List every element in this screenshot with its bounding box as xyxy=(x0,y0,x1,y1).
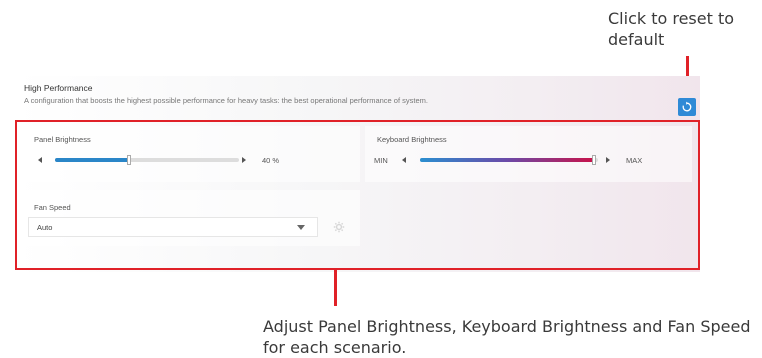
keyboard-brightness-thumb[interactable] xyxy=(592,155,596,165)
keyboard-brightness-max-label: MAX xyxy=(626,156,643,165)
panel-brightness-fill xyxy=(55,158,129,162)
fan-speed-selected-value: Auto xyxy=(37,223,53,232)
keyboard-brightness-fill xyxy=(420,158,594,162)
reset-icon xyxy=(682,101,692,112)
keyboard-brightness-increase-button[interactable] xyxy=(606,157,610,163)
keyboard-brightness-label: Keyboard Brightness xyxy=(377,135,447,144)
panel-brightness-label: Panel Brightness xyxy=(34,135,91,144)
panel-brightness-increase-button[interactable] xyxy=(242,157,246,163)
chevron-down-icon xyxy=(297,225,305,230)
keyboard-brightness-slider[interactable] xyxy=(420,155,598,165)
reset-callout-text: Click to reset to default xyxy=(608,9,735,49)
keyboard-brightness-min-label: MIN xyxy=(374,156,388,165)
adjust-callout-line xyxy=(334,270,337,306)
panel-brightness-decrease-button[interactable] xyxy=(38,157,42,163)
reset-button[interactable] xyxy=(678,98,696,116)
gear-icon[interactable] xyxy=(333,221,345,233)
mode-description: A configuration that boosts the highest … xyxy=(24,96,428,105)
fan-speed-select[interactable]: Auto xyxy=(28,217,318,237)
panel-brightness-value: 40 % xyxy=(262,156,280,165)
fan-speed-label: Fan Speed xyxy=(34,203,71,212)
keyboard-brightness-decrease-button[interactable] xyxy=(402,157,406,163)
panel-brightness-thumb[interactable] xyxy=(127,155,131,165)
mode-title: High Performance xyxy=(24,83,93,93)
adjust-callout-text: Adjust Panel Brightness, Keyboard Bright… xyxy=(263,317,751,357)
panel-brightness-slider[interactable] xyxy=(55,155,239,165)
